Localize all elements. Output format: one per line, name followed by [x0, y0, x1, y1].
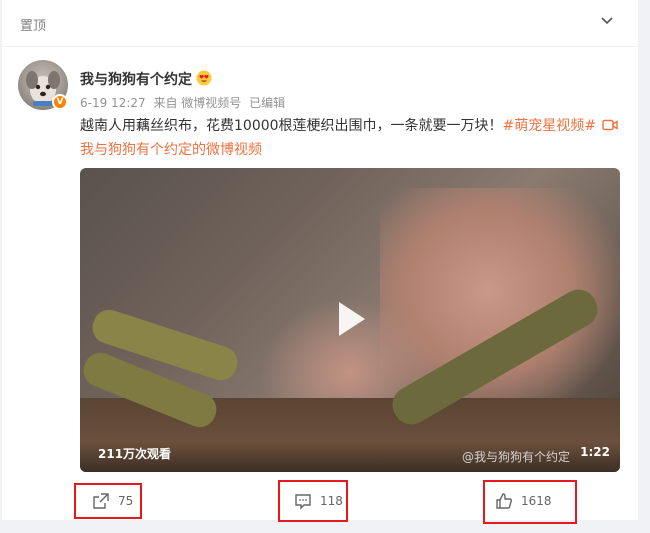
- weibo-post-card: 置顶 V 我与狗狗有个约定 6-19 12:27 来自 微博视频号 已编辑 越南…: [2, 0, 638, 524]
- hashtag-link[interactable]: #萌宠星视频#: [503, 118, 596, 134]
- video-link-text[interactable]: 我与狗狗有个约定的微博视频: [80, 142, 262, 158]
- chevron-down-icon[interactable]: [600, 14, 614, 28]
- video-duration: 1:22: [580, 445, 610, 459]
- like-highlight-box: [483, 480, 577, 524]
- post-body: 越南人用藕丝织布，花费10000根莲梗织出围巾，一条就要一万块！#萌宠星视频# …: [80, 114, 620, 162]
- comment-highlight-box: [278, 480, 348, 522]
- video-watermark: @我与狗狗有个约定: [462, 450, 571, 464]
- heart-eyes-emoji-icon: [196, 70, 212, 86]
- post-meta: 6-19 12:27 来自 微博视频号 已编辑: [80, 94, 289, 111]
- pinned-bar: 置顶: [2, 0, 638, 47]
- action-bar: 75 118 1618: [2, 478, 638, 524]
- view-count: 211万次观看: [98, 447, 172, 461]
- post-date[interactable]: 6-19 12:27: [80, 96, 146, 110]
- author-name[interactable]: 我与狗狗有个约定: [80, 69, 192, 89]
- pinned-label: 置顶: [20, 19, 47, 34]
- post-source: 来自 微博视频号: [153, 96, 242, 110]
- play-icon[interactable]: [329, 298, 371, 340]
- video-player[interactable]: 211万次观看 @我与狗狗有个约定 1:22: [80, 168, 620, 472]
- video-camera-icon: [602, 119, 619, 131]
- share-highlight-box: [74, 483, 142, 519]
- verified-badge-icon: V: [52, 94, 68, 110]
- post-text: 越南人用藕丝织布，花费10000根莲梗织出围巾，一条就要一万块！: [80, 118, 503, 134]
- post-edited[interactable]: 已编辑: [249, 96, 285, 110]
